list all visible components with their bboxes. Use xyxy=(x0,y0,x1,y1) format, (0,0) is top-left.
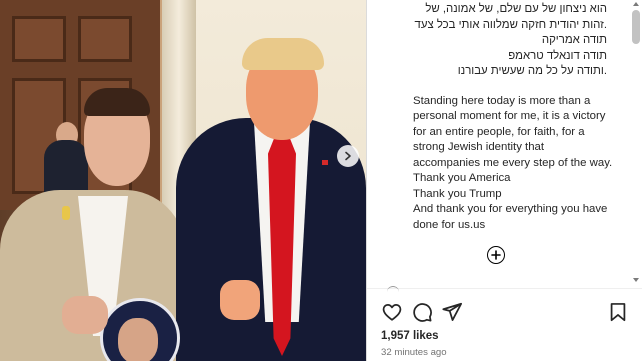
scroll-down-arrow-icon[interactable] xyxy=(633,278,639,282)
paper-plane-icon xyxy=(442,302,463,321)
caption-line: strong Jewish identity that xyxy=(413,141,545,153)
caption-hebrew: הוא ניצחון של עם שלם, של אמונה, של .זהות… xyxy=(367,0,633,80)
post-info-panel: הוא ניצחון של עם שלם, של אמונה, של .זהות… xyxy=(366,0,642,361)
instagram-post: הוא ניצחון של עם שלם, של אמונה, של .זהות… xyxy=(0,0,642,361)
post-timestamp[interactable]: 32 minutes ago xyxy=(381,347,447,358)
scroll-up-arrow-icon[interactable] xyxy=(633,2,639,6)
caption-line: accompanies me every step of the way. xyxy=(413,156,613,169)
caption-scrollbar[interactable] xyxy=(632,2,640,282)
photo-ribbon-pin xyxy=(62,206,70,220)
like-button[interactable] xyxy=(381,301,405,325)
caption-line: .זהות יהודית חזקה שמלווה אותי בכל צעד xyxy=(414,18,607,31)
caption-line: for an entire people, for faith, for a xyxy=(413,125,585,138)
action-bar xyxy=(367,301,642,325)
comment-bubble-icon xyxy=(413,303,432,322)
caption-english: Standing here today is more than a perso… xyxy=(367,80,633,234)
section-divider xyxy=(367,288,642,289)
photo-thumbs-up xyxy=(220,280,260,320)
caption-line: תודה דונאלד טראמפ xyxy=(508,49,607,62)
photo-flag-pin xyxy=(322,160,328,165)
like-count[interactable]: 1,957 likes xyxy=(381,330,439,342)
save-button[interactable] xyxy=(607,301,631,325)
photo-hand xyxy=(62,296,108,334)
heart-icon xyxy=(382,303,402,321)
add-comment-button[interactable] xyxy=(487,246,505,264)
comment-button[interactable] xyxy=(411,301,435,325)
post-caption: הוא ניצחון של עם שלם, של אמונה, של .זהות… xyxy=(367,0,633,283)
caption-line: Standing here today is more than a xyxy=(413,94,591,107)
plus-circle-icon xyxy=(491,250,501,260)
scrollbar-thumb[interactable] xyxy=(632,10,640,44)
chevron-right-icon xyxy=(345,151,351,161)
share-button[interactable] xyxy=(441,301,465,325)
photo-left-person-hair xyxy=(84,88,150,116)
caption-line: תודה אמריקה xyxy=(541,34,607,46)
caption-line: And thank you for everything you have xyxy=(413,203,608,215)
caption-line: done for us.us xyxy=(413,218,486,231)
caption-line: personal moment for me, it is a victory xyxy=(413,110,606,122)
caption-line: Thank you Trump xyxy=(413,187,502,200)
next-photo-button[interactable] xyxy=(337,145,359,167)
caption-line: הוא ניצחון של עם שלם, של אמונה, של xyxy=(425,3,607,15)
caption-line: .ותודה על כל מה שעשית עבורנו xyxy=(457,65,607,77)
caption-line: Thank you America xyxy=(413,172,511,184)
photo-right-person-hair xyxy=(242,38,324,70)
comment-avatar-peek xyxy=(387,286,399,293)
post-photo[interactable] xyxy=(0,0,366,361)
bookmark-icon xyxy=(610,303,626,322)
photo-plate-portrait xyxy=(118,318,158,361)
